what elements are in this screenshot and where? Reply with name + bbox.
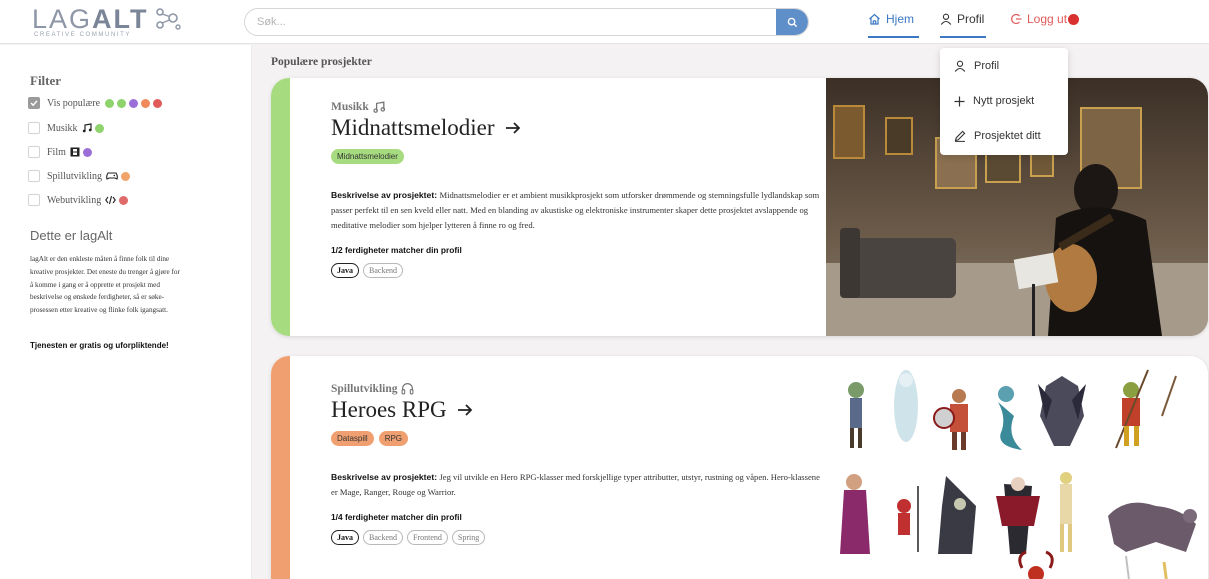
filter-film-label: Film [47,146,66,158]
skill-match-text: 1/4 ferdigheter matcher din profil [331,512,462,523]
film-icon [70,147,80,157]
section-title: Populære prosjekter [271,56,372,68]
project-category: Musikk [331,101,827,113]
web-dot [119,195,129,205]
search-input[interactable] [245,9,777,35]
about-highlight: Tjenesten er gratis og uforpliktende! [30,341,169,350]
filter-web[interactable]: Webutvikling [28,192,129,208]
logo-subtitle: CREATIVE COMMUNITY [34,32,132,38]
tag: RPG [378,431,409,446]
logo[interactable]: LAG ALT CREATIVE COMMUNITY [32,6,181,38]
category-strip [271,356,290,579]
skill-badge: Java [331,530,359,546]
dropdown-item-label: Prosjektet ditt [974,130,1041,142]
logo-text-bold: ALT [92,4,149,34]
user-icon [954,60,966,72]
filter-music[interactable]: Musikk [28,120,104,136]
music-dot [94,123,104,133]
project-category: Spillutvikling [331,382,827,395]
project-title: Heroes RPG [331,397,447,422]
search-bar [244,8,809,36]
dropdown-item-label: Profil [974,60,1000,72]
logo-network-icon [155,8,181,30]
gamepad-icon [106,171,118,181]
checkbox-film[interactable] [28,146,40,158]
notification-dot [1068,13,1080,25]
film-dot [129,98,139,108]
nav-profile[interactable]: Profil [940,12,984,26]
music-dot [117,98,127,108]
checkbox-music[interactable] [28,122,40,134]
tag-list: Dataspill RPG [331,431,827,446]
filter-game[interactable]: Spillutvikling [28,168,131,184]
filter-popular-label: Vis populære [47,97,101,109]
music-note-icon [373,101,385,113]
skill-match-text: 1/2 ferdigheter matcher din profil [331,244,462,255]
game-dot [141,98,151,108]
dropdown-item-profile[interactable]: Profil [954,60,999,72]
skill-badge: Backend [363,530,403,546]
film-dot [82,147,92,157]
search-icon [787,17,797,27]
project-description: Beskrivelse av prosjektet: Midnattsmelod… [331,190,820,231]
profile-dropdown: Profil Nytt prosjekt Prosjektet ditt [940,48,1068,155]
nav-profile-label: Profil [957,12,985,26]
tag-list: Midnattsmelodier [331,149,827,164]
game-dot [121,171,131,181]
filter-film[interactable]: Film [28,144,92,160]
nav-profile-indicator [940,36,986,38]
filter-game-label: Spillutvikling [47,170,103,182]
pencil-icon [954,130,966,142]
project-title-link[interactable]: Heroes RPG [331,397,827,423]
nav-home-indicator [868,36,919,38]
nav-logout[interactable]: Logg ut [1010,12,1080,26]
arrow-right-icon [505,122,520,134]
nav-home-label: Hjem [886,12,915,26]
checkbox-popular[interactable] [28,97,40,109]
user-icon [940,13,952,25]
skill-badge: Frontend [407,530,448,546]
dropdown-item-your-project[interactable]: Prosjektet ditt [954,130,1041,142]
about-title: Dette er lagAlt [30,228,113,243]
filter-popular[interactable]: Vis populære [28,95,163,111]
checkmark-icon [30,100,38,107]
skill-badge: Spring [451,530,486,546]
skill-list: Java Backend Frontend Spring [331,530,827,546]
tag: Dataspill [331,431,374,446]
code-icon [105,195,117,205]
project-description: Beskrivelse av prosjektet: Jeg vil utvik… [331,472,820,498]
music-dot [105,98,115,108]
music-note-icon [82,123,92,133]
tag: Midnattsmelodier [331,149,404,164]
plus-icon [954,96,965,106]
web-dot [153,98,163,108]
logo-text-light: LAG [32,4,93,34]
filter-music-label: Musikk [47,122,78,134]
characters-illustration [826,356,1208,579]
filter-title: Filter [30,73,62,88]
checkbox-game[interactable] [28,170,40,182]
skill-badge: Backend [363,262,403,278]
top-bar: LAGALT CREATIVE COMMUNITY Hjem [0,0,1209,44]
checkbox-web[interactable] [28,194,40,206]
project-title: Midnattsmelodier [331,115,495,140]
logout-icon [1011,13,1022,25]
home-icon [869,13,880,25]
sidebar: Filter Vis populære Musikk Film Spillutv… [0,45,252,579]
arrow-right-icon [457,404,472,416]
project-title-link[interactable]: Midnattsmelodier [331,115,827,141]
nav-logout-label: Logg ut [1027,12,1068,26]
headphones-icon [402,383,414,395]
dropdown-item-new-project[interactable]: Nytt prosjekt [954,95,1034,107]
filter-web-label: Webutvikling [47,194,102,206]
skill-badge: Java [331,262,359,278]
skill-list: Java Backend [331,262,827,278]
nav-home[interactable]: Hjem [868,12,914,26]
search-button[interactable] [776,9,808,35]
category-strip [271,78,290,336]
about-text: lagAlt er den enkleste måten å finne fol… [30,255,180,315]
project-card[interactable]: Spillutvikling Heroes RPG Dataspill RPG … [271,356,1208,579]
project-image [826,356,1208,579]
dropdown-item-label: Nytt prosjekt [973,95,1035,107]
